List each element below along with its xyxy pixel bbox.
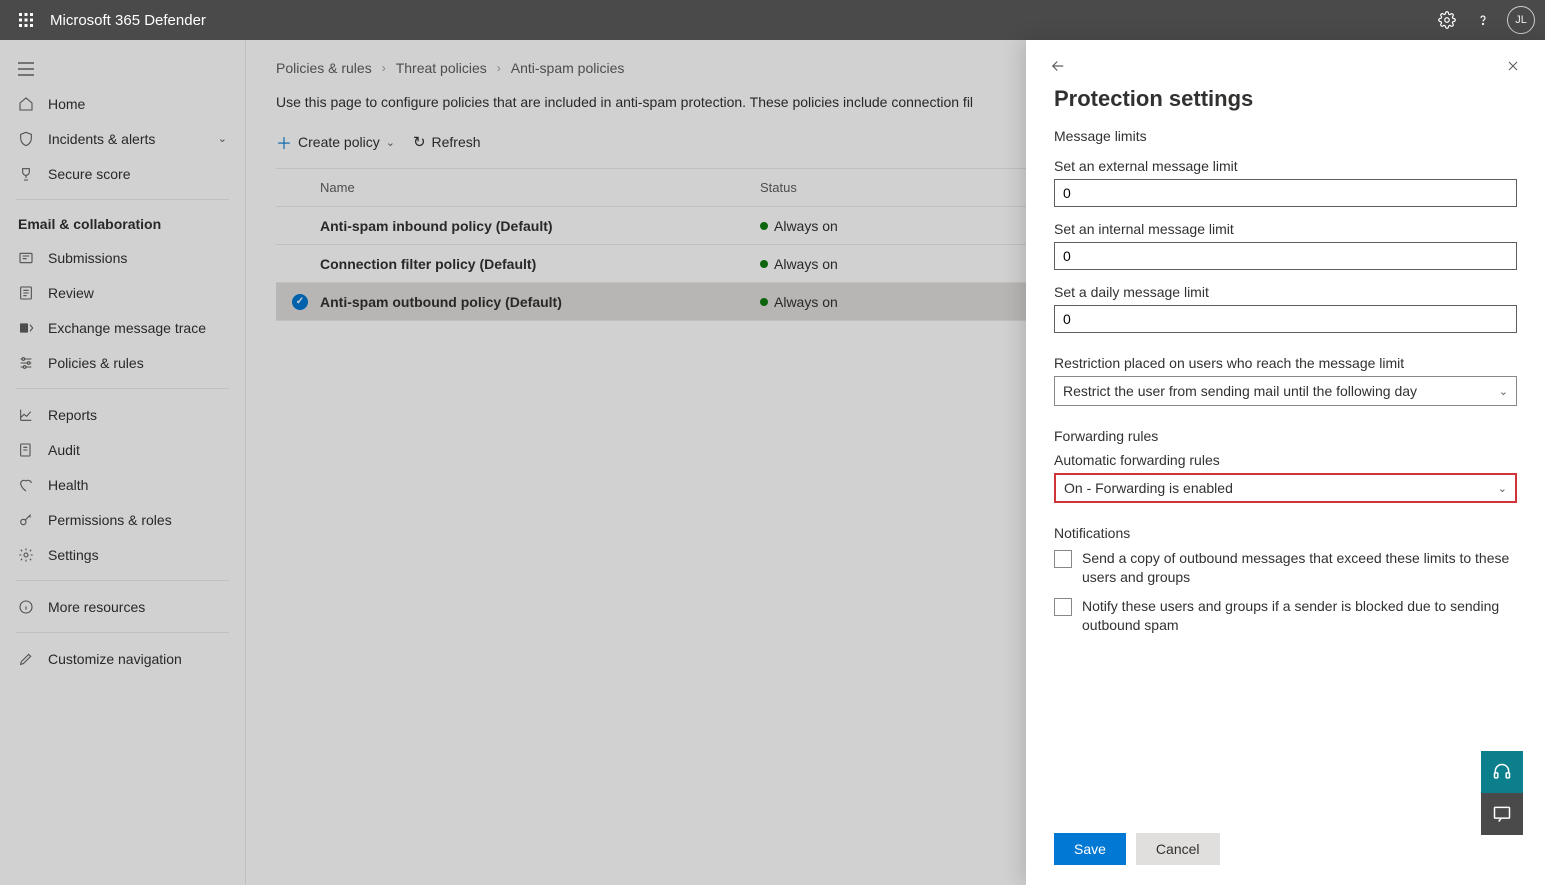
app-header: Microsoft 365 Defender JL [0, 0, 1545, 40]
chevron-down-icon: ⌄ [1498, 482, 1507, 495]
checkbox-row-copy-outbound: Send a copy of outbound messages that ex… [1054, 549, 1517, 587]
settings-gear-icon[interactable] [1429, 0, 1465, 40]
group-heading-message-limits: Message limits [1054, 128, 1517, 144]
group-heading-notifications: Notifications [1054, 525, 1517, 541]
panel-title: Protection settings [1026, 78, 1545, 124]
close-button[interactable] [1501, 54, 1525, 78]
field-label: Set a daily message limit [1054, 284, 1517, 300]
floating-action-buttons [1481, 751, 1523, 835]
cancel-button[interactable]: Cancel [1136, 833, 1220, 865]
field-label: Set an external message limit [1054, 158, 1517, 174]
checkbox-label: Notify these users and groups if a sende… [1082, 597, 1517, 635]
field-label: Restriction placed on users who reach th… [1054, 355, 1517, 371]
back-button[interactable] [1046, 54, 1070, 78]
chevron-down-icon: ⌄ [1499, 385, 1508, 398]
protection-settings-panel: Protection settings Message limits Set a… [1026, 40, 1545, 885]
field-label: Set an internal message limit [1054, 221, 1517, 237]
restriction-select[interactable]: Restrict the user from sending mail unti… [1054, 376, 1517, 406]
daily-limit-input[interactable] [1054, 305, 1517, 333]
checkbox-label: Send a copy of outbound messages that ex… [1082, 549, 1517, 587]
checkbox-row-notify-blocked: Notify these users and groups if a sende… [1054, 597, 1517, 635]
select-value: On - Forwarding is enabled [1064, 480, 1233, 496]
headset-help-button[interactable] [1481, 751, 1523, 793]
user-avatar[interactable]: JL [1507, 6, 1535, 34]
app-title: Microsoft 365 Defender [50, 12, 206, 29]
save-button[interactable]: Save [1054, 833, 1126, 865]
external-limit-input[interactable] [1054, 179, 1517, 207]
checkbox[interactable] [1054, 550, 1072, 568]
help-icon[interactable] [1465, 0, 1501, 40]
auto-forwarding-select[interactable]: On - Forwarding is enabled ⌄ [1054, 473, 1517, 503]
modal-scrim[interactable] [0, 40, 1026, 885]
field-label: Automatic forwarding rules [1054, 452, 1517, 468]
internal-limit-input[interactable] [1054, 242, 1517, 270]
group-heading-forwarding: Forwarding rules [1054, 428, 1517, 444]
checkbox[interactable] [1054, 598, 1072, 616]
app-launcher-icon[interactable] [16, 10, 36, 30]
select-value: Restrict the user from sending mail unti… [1063, 383, 1417, 399]
feedback-button[interactable] [1481, 793, 1523, 835]
